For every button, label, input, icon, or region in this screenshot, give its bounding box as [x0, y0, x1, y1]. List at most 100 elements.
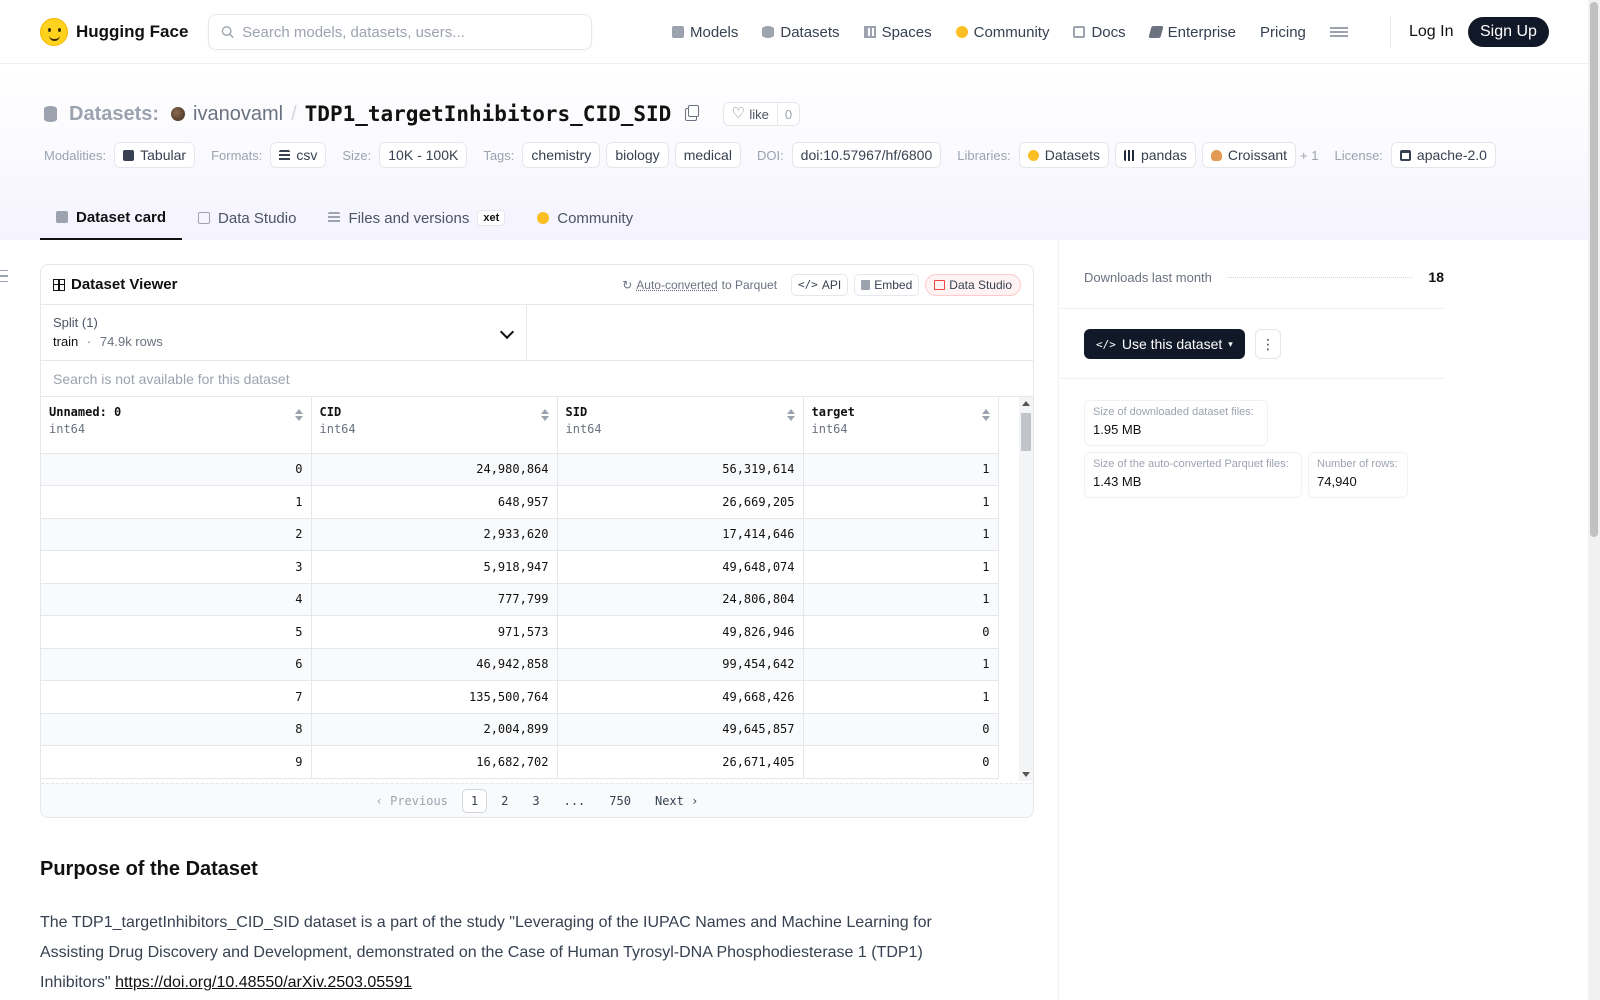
data-studio-button[interactable]: Data Studio: [925, 273, 1021, 296]
scroll-up-icon[interactable]: [1022, 401, 1030, 406]
search-input[interactable]: [242, 23, 579, 41]
modality-chip[interactable]: Tabular: [114, 142, 196, 168]
page-scrollbar[interactable]: [1588, 0, 1600, 1000]
page-2-button[interactable]: 2: [491, 790, 518, 812]
nav-datasets[interactable]: Datasets: [750, 0, 851, 64]
split-select[interactable]: Split (1) train · 74.9k rows: [41, 305, 527, 360]
libraries-more[interactable]: + 1: [1300, 148, 1318, 163]
more-options-button[interactable]: ⋮: [1255, 329, 1281, 359]
previous-page-button[interactable]: ‹ Previous: [366, 790, 458, 812]
global-search[interactable]: [208, 14, 592, 50]
table-cell[interactable]: 1: [803, 583, 999, 616]
copy-icon[interactable]: [685, 104, 700, 121]
like-button[interactable]: like 0: [723, 102, 801, 126]
tag-medical[interactable]: medical: [674, 142, 741, 168]
table-cell[interactable]: 24,806,804: [557, 583, 804, 616]
table-cell[interactable]: 6: [41, 648, 312, 681]
library-croissant[interactable]: Croissant: [1201, 142, 1297, 168]
scroll-down-icon[interactable]: [1022, 772, 1030, 777]
table-cell[interactable]: 648,957: [311, 485, 558, 519]
table-cell[interactable]: 1: [803, 453, 999, 486]
tab-dataset-card[interactable]: Dataset card: [40, 196, 183, 240]
table-cell[interactable]: 1: [41, 485, 312, 519]
page-750-button[interactable]: 750: [599, 790, 641, 812]
table-cell[interactable]: 0: [803, 615, 999, 649]
use-dataset-button[interactable]: </> Use this dataset ▾: [1084, 329, 1245, 359]
table-cell[interactable]: 2,004,899: [311, 713, 558, 746]
table-cell[interactable]: 7: [41, 680, 312, 714]
nav-models[interactable]: Models: [660, 0, 750, 64]
format-chip[interactable]: csv: [270, 142, 327, 168]
table-cell[interactable]: 49,826,946: [557, 615, 804, 649]
table-cell[interactable]: 3: [41, 550, 312, 584]
library-datasets[interactable]: Datasets: [1018, 142, 1109, 168]
column-header[interactable]: SID int64: [557, 397, 804, 454]
license-chip[interactable]: apache-2.0: [1390, 142, 1496, 168]
table-cell[interactable]: 1: [803, 518, 999, 551]
table-cell[interactable]: 8: [41, 713, 312, 746]
page-scrollbar-thumb[interactable]: [1590, 2, 1598, 537]
auto-converted-note[interactable]: ↻ Auto-converted to Parquet: [622, 278, 777, 292]
library-pandas[interactable]: pandas: [1114, 142, 1196, 168]
table-cell[interactable]: 777,799: [311, 583, 558, 616]
table-cell[interactable]: 135,500,764: [311, 680, 558, 714]
next-page-button[interactable]: Next ›: [645, 790, 708, 812]
datasets-breadcrumb[interactable]: Datasets:: [69, 103, 159, 126]
table-cell[interactable]: 26,671,405: [557, 745, 804, 779]
tag-chemistry[interactable]: chemistry: [522, 142, 601, 168]
nav-pricing[interactable]: Pricing: [1248, 0, 1318, 64]
table-cell[interactable]: 9: [41, 745, 312, 779]
tab-data-studio[interactable]: Data Studio: [182, 196, 312, 240]
table-cell[interactable]: 0: [803, 745, 999, 779]
tab-files[interactable]: Files and versions xet: [312, 196, 521, 240]
table-cell[interactable]: 0: [41, 453, 312, 486]
nav-docs[interactable]: Docs: [1061, 0, 1137, 64]
table-cell[interactable]: 971,573: [311, 615, 558, 649]
size-chip[interactable]: 10K - 100K: [379, 142, 468, 168]
table-cell[interactable]: 5: [41, 615, 312, 649]
sort-icon[interactable]: [540, 409, 549, 421]
table-cell[interactable]: 49,648,074: [557, 550, 804, 584]
sort-icon[interactable]: [981, 409, 990, 421]
login-link[interactable]: Log In: [1409, 0, 1453, 64]
table-cell[interactable]: 46,942,858: [311, 648, 558, 681]
tag-biology[interactable]: biology: [606, 142, 669, 168]
table-cell[interactable]: 1: [803, 680, 999, 714]
table-cell[interactable]: 5,918,947: [311, 550, 558, 584]
tab-community[interactable]: Community: [521, 196, 649, 240]
signup-button[interactable]: Sign Up: [1468, 17, 1549, 47]
table-cell[interactable]: 49,645,857: [557, 713, 804, 746]
brand-link[interactable]: Hugging Face: [40, 17, 204, 46]
table-cell[interactable]: 1: [803, 648, 999, 681]
sort-icon[interactable]: [786, 409, 795, 421]
table-cell[interactable]: 0: [803, 713, 999, 746]
table-cell[interactable]: 16,682,702: [311, 745, 558, 779]
table-cell[interactable]: 99,454,642: [557, 648, 804, 681]
table-cell[interactable]: 2: [41, 518, 312, 551]
table-cell[interactable]: 2,933,620: [311, 518, 558, 551]
arxiv-link[interactable]: https://doi.org/10.48550/arXiv.2503.0559…: [115, 974, 412, 991]
table-scrollbar-thumb[interactable]: [1021, 413, 1031, 451]
column-header[interactable]: CID int64: [311, 397, 558, 454]
table-cell[interactable]: 1: [803, 485, 999, 519]
nav-spaces[interactable]: Spaces: [852, 0, 944, 64]
nav-more-menu[interactable]: [1318, 0, 1360, 64]
sidebar-toggle-icon[interactable]: [0, 270, 8, 282]
table-cell[interactable]: 4: [41, 583, 312, 616]
table-cell[interactable]: 56,319,614: [557, 453, 804, 486]
doi-chip[interactable]: doi:10.57967/hf/6800: [791, 142, 942, 168]
api-button[interactable]: </> API: [791, 273, 849, 296]
nav-enterprise[interactable]: Enterprise: [1138, 0, 1248, 64]
auto-converted-link[interactable]: Auto-converted: [636, 278, 717, 292]
table-cell[interactable]: 49,668,426: [557, 680, 804, 714]
page-1-button[interactable]: 1: [461, 788, 488, 813]
repo-name[interactable]: TDP1_targetInhibitors_CID_SID: [305, 102, 672, 126]
embed-button[interactable]: Embed: [854, 273, 920, 296]
table-cell[interactable]: 17,414,646: [557, 518, 804, 551]
table-cell[interactable]: 24,980,864: [311, 453, 558, 486]
sort-icon[interactable]: [294, 409, 303, 421]
table-cell[interactable]: 26,669,205: [557, 485, 804, 519]
table-cell[interactable]: 1: [803, 550, 999, 584]
column-header[interactable]: target int64: [803, 397, 999, 454]
table-scrollbar[interactable]: [1019, 397, 1033, 781]
